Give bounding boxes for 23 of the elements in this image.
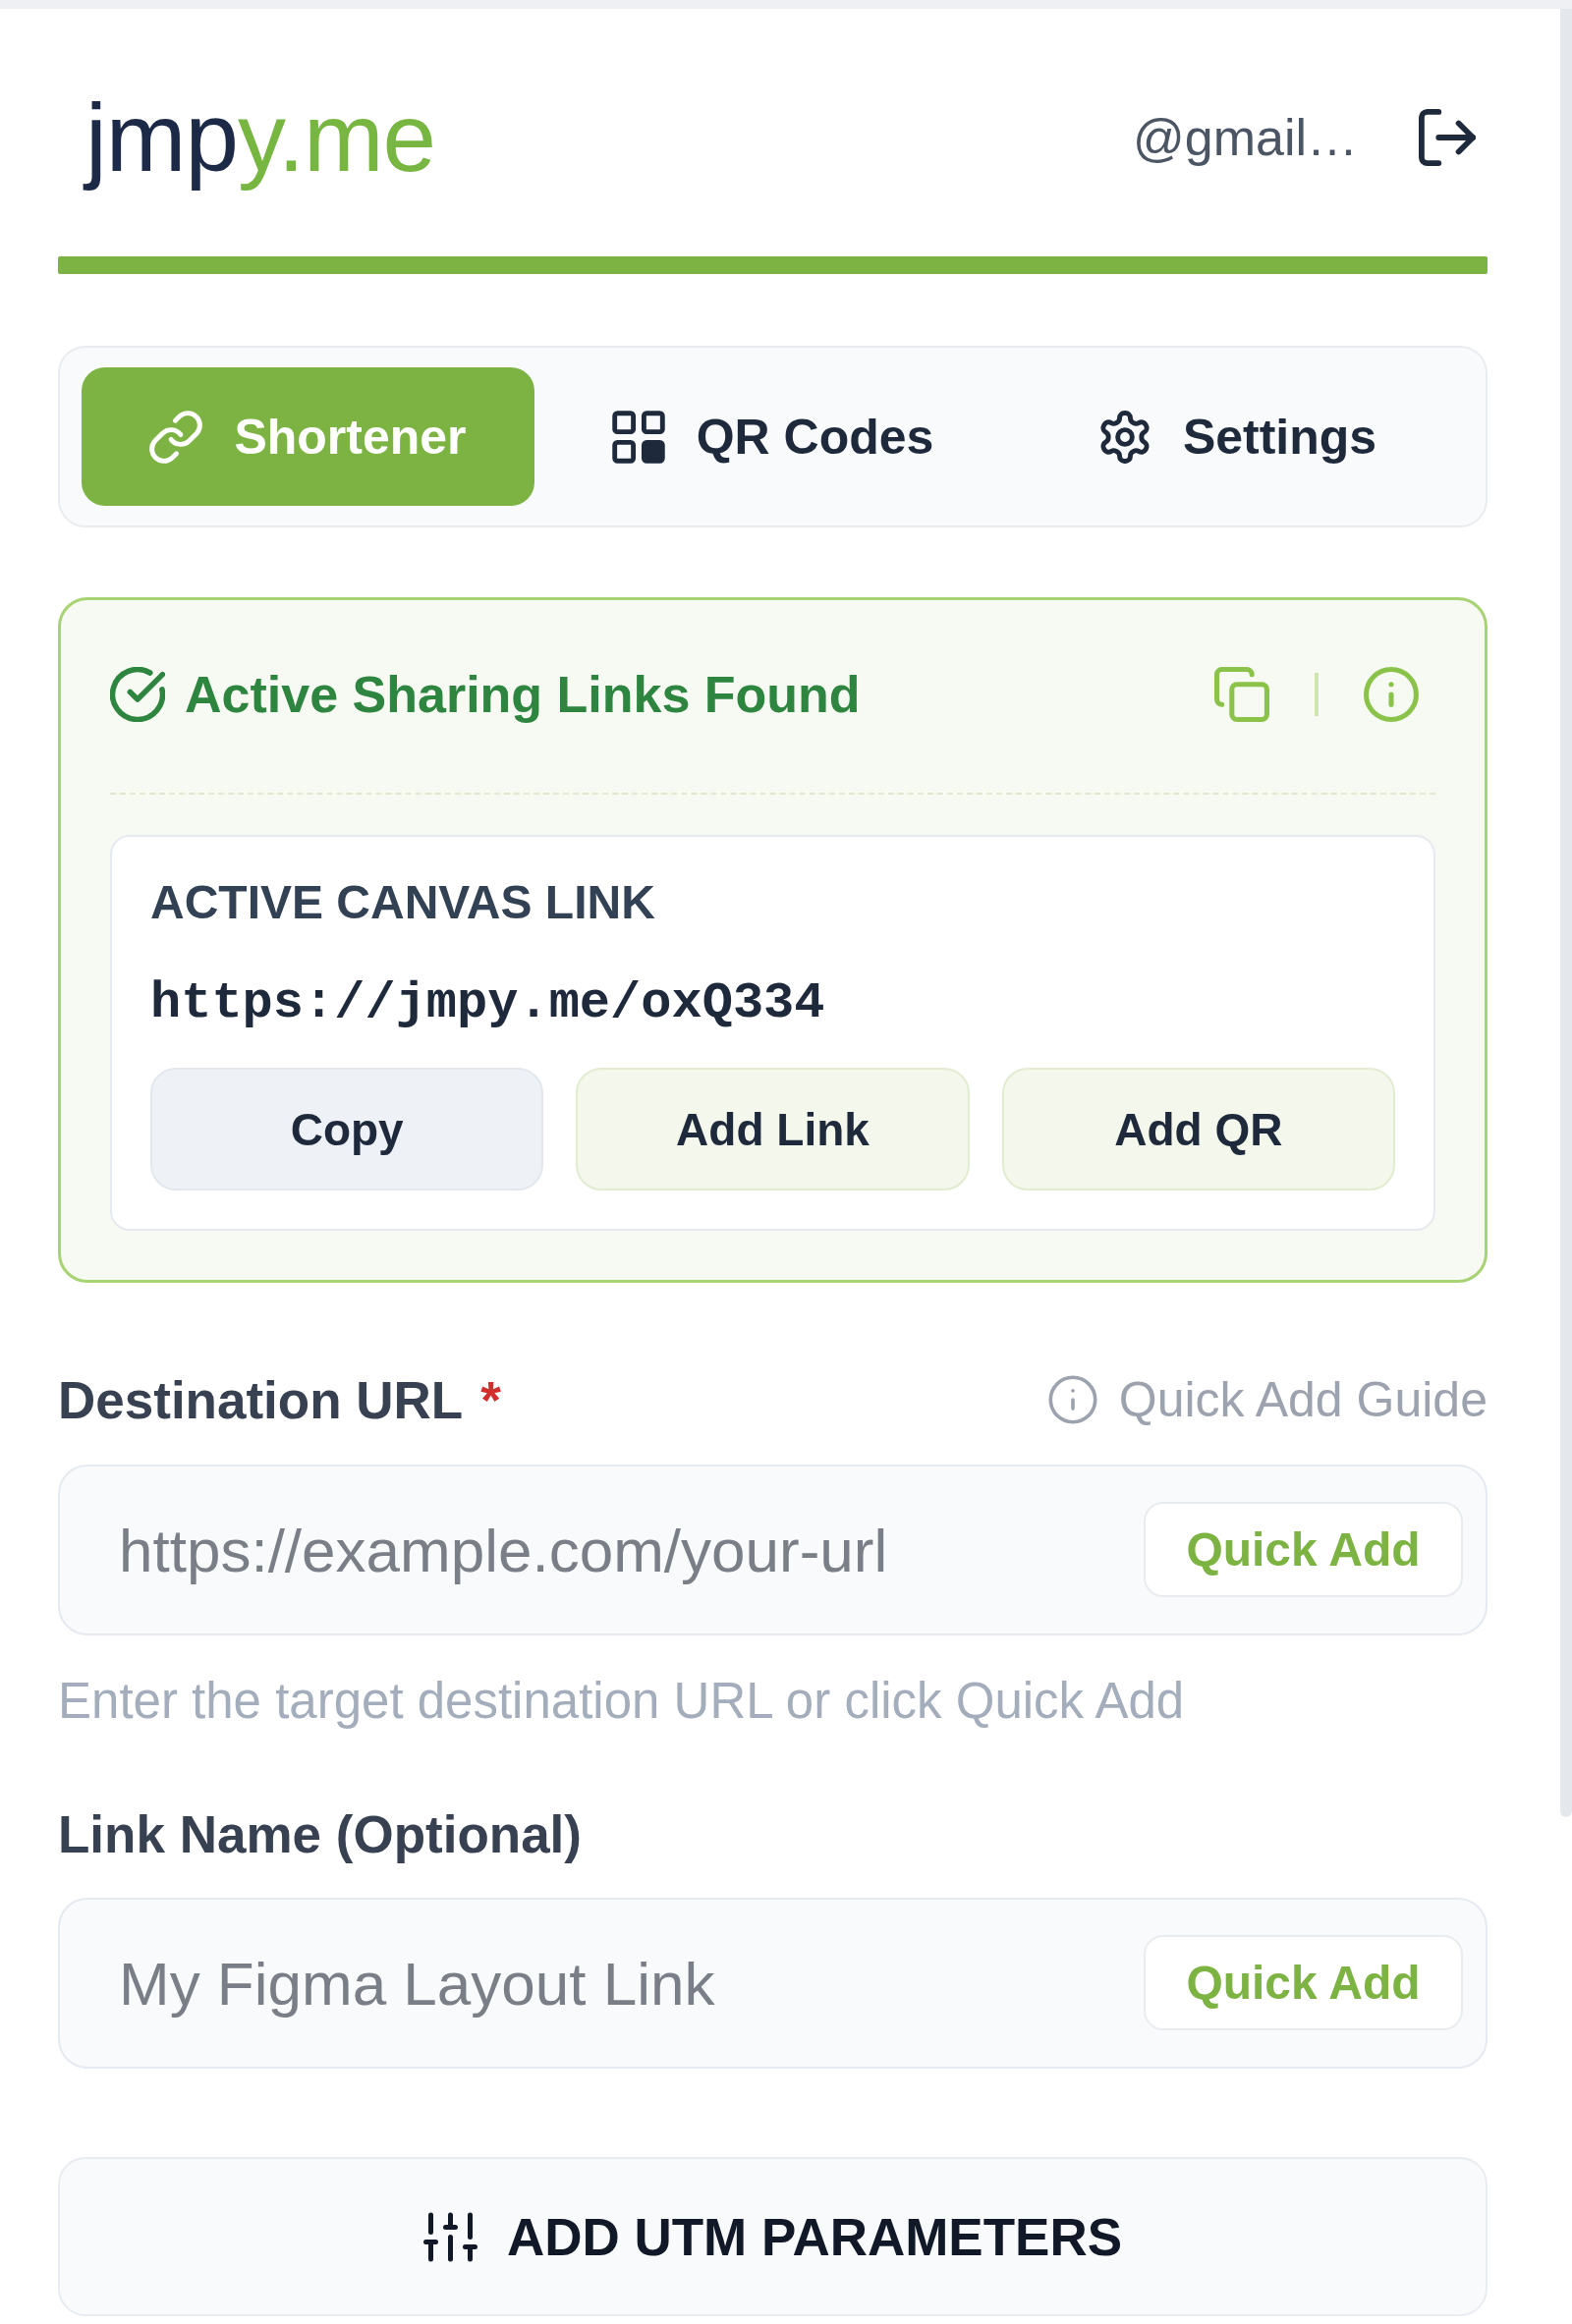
action-button[interactable]: Add Link (576, 1068, 970, 1190)
link-label: ACTIVE CANVAS LINK (150, 876, 655, 928)
link-icon (149, 410, 203, 464)
tab[interactable]: QR Codes (546, 367, 999, 506)
field-label: Link Name (Optional) (58, 1803, 582, 1864)
scrollbar-thumb[interactable] (1560, 9, 1572, 1817)
logout-icon[interactable] (1419, 109, 1476, 166)
copy-icon[interactable] (1214, 667, 1269, 722)
settings-icon (1097, 410, 1151, 464)
card-title: Active Sharing Links Found (185, 665, 861, 724)
action-button[interactable]: Copy (150, 1068, 544, 1190)
field-label: Destination URL * (58, 1369, 501, 1430)
info-icon (1047, 1375, 1097, 1424)
add-utm-button[interactable]: ADD UTM PARAMETERS (58, 2157, 1488, 2316)
helper-text: Enter the target destination URL or click Quick Add (58, 1674, 1185, 1729)
tab[interactable]: Settings (1011, 367, 1464, 506)
account-email: @gmail… (1132, 108, 1358, 167)
action-button[interactable]: Add QR (1001, 1068, 1395, 1190)
check-circle-icon (110, 667, 165, 722)
info-icon[interactable] (1364, 667, 1419, 722)
short-url: https://jmpy.me/oxQ334 (150, 973, 825, 1034)
logo: jmpy.me (82, 77, 439, 198)
grid-icon (611, 410, 665, 464)
